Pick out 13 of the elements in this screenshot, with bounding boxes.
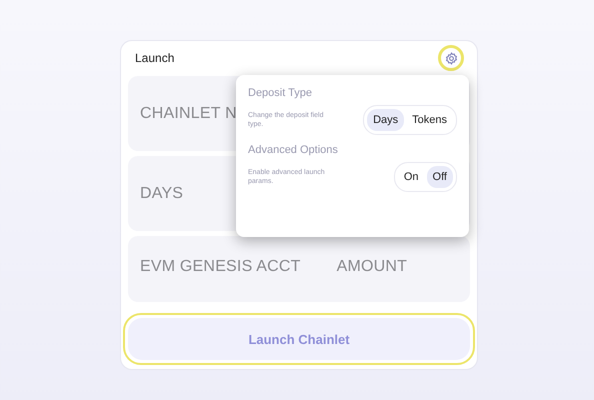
field-placeholder: EVM GENESIS ACCT: [140, 258, 301, 276]
toggle-option[interactable]: Off: [426, 166, 453, 188]
toggle-option[interactable]: Days: [367, 109, 404, 131]
settings-icon: [444, 52, 458, 64]
settings-button[interactable]: [438, 45, 464, 71]
toggle-option[interactable]: Tokens: [406, 109, 453, 131]
section-title: Deposit Type: [248, 87, 314, 99]
field-placeholder: CHAINLET N: [140, 104, 237, 122]
field-placeholder: AMOUNT: [336, 258, 408, 276]
section-title: Advanced Options: [248, 144, 339, 156]
card-title: Launch: [135, 51, 174, 65]
field-placeholder: DAYS: [140, 184, 184, 202]
toggle-option[interactable]: On: [398, 166, 425, 188]
